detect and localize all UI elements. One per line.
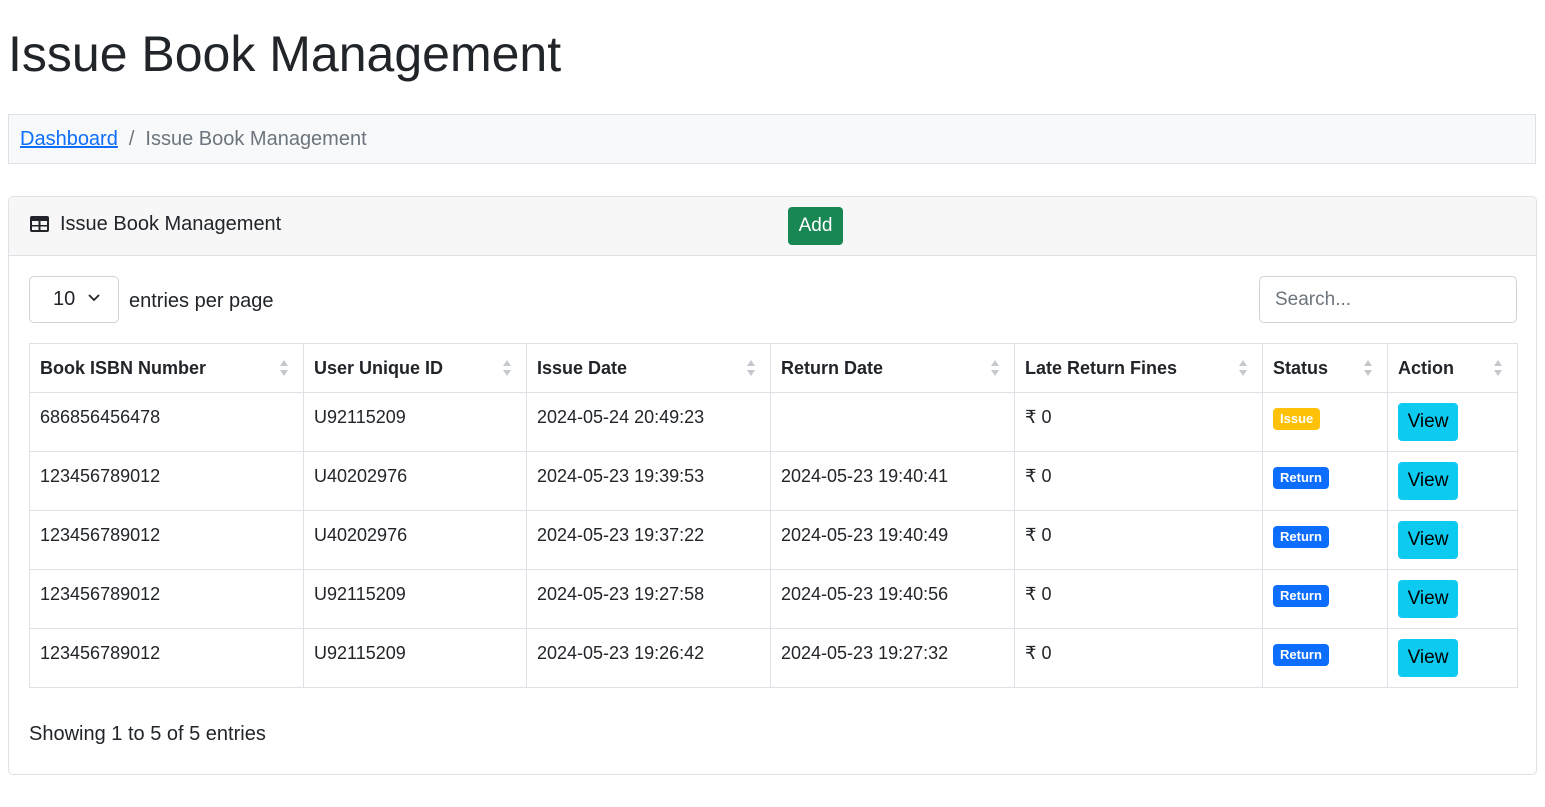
page-title: Issue Book Management — [8, 26, 562, 82]
cell-isbn: 123456789012 — [29, 510, 304, 570]
cell-user-id: U92115209 — [303, 392, 527, 452]
sort-icon — [991, 360, 999, 376]
chevron-down-icon — [88, 294, 100, 302]
column-header-label: Action — [1398, 357, 1454, 378]
cell-return-date: 2024-05-23 19:40:49 — [770, 510, 1015, 570]
status-badge: Return — [1273, 526, 1329, 548]
cell-return-date: 2024-05-23 19:40:56 — [770, 569, 1015, 629]
sort-icon — [1364, 360, 1372, 376]
status-badge: Return — [1273, 585, 1329, 607]
table-row: 123456789012 U40202976 2024-05-23 19:39:… — [29, 451, 1518, 511]
entries-per-page-value: 10 — [53, 288, 76, 310]
cell-late-fine: ₹ 0 — [1014, 510, 1263, 570]
column-header-label: Issue Date — [537, 357, 628, 378]
sort-icon — [1494, 360, 1502, 376]
cell-user-id: U40202976 — [303, 451, 527, 511]
view-button[interactable]: View — [1398, 580, 1458, 618]
issue-book-card: Issue Book Management Add 10 entries per… — [8, 196, 1537, 775]
cell-user-id: U92115209 — [303, 569, 527, 629]
table-row: 686856456478 U92115209 2024-05-24 20:49:… — [29, 392, 1518, 452]
cell-action: View — [1387, 628, 1518, 688]
entries-per-page-label: entries per page — [129, 290, 274, 312]
column-header-label: User Unique ID — [314, 357, 444, 378]
column-header-status[interactable]: Status — [1262, 343, 1388, 393]
cell-return-date — [770, 392, 1015, 452]
cell-late-fine: ₹ 0 — [1014, 392, 1263, 452]
page: Issue Book Management Dashboard / Issue … — [0, 0, 1545, 807]
cell-action: View — [1387, 569, 1518, 629]
column-header-user-id[interactable]: User Unique ID — [303, 343, 527, 393]
table-header-row: Book ISBN Number User Unique ID Issue Da… — [29, 343, 1518, 393]
cell-action: View — [1387, 392, 1518, 452]
card-title: Issue Book Management — [60, 213, 282, 235]
column-header-label: Return Date — [781, 357, 884, 378]
cell-status: Issue — [1262, 392, 1388, 452]
status-badge: Issue — [1273, 408, 1321, 430]
column-header-issue-date[interactable]: Issue Date — [526, 343, 771, 393]
add-button[interactable]: Add — [788, 207, 843, 245]
cell-issue-date: 2024-05-23 19:39:53 — [526, 451, 771, 511]
sort-icon — [280, 360, 288, 376]
cell-issue-date: 2024-05-23 19:27:58 — [526, 569, 771, 629]
cell-action: View — [1387, 510, 1518, 570]
cell-issue-date: 2024-05-23 19:26:42 — [526, 628, 771, 688]
cell-isbn: 686856456478 — [29, 392, 304, 452]
cell-isbn: 123456789012 — [29, 451, 304, 511]
column-header-label: Status — [1273, 357, 1329, 378]
column-header-late-fines[interactable]: Late Return Fines — [1014, 343, 1263, 393]
cell-status: Return — [1262, 451, 1388, 511]
search-input[interactable] — [1259, 276, 1517, 323]
sort-icon — [747, 360, 755, 376]
column-header-action[interactable]: Action — [1387, 343, 1518, 393]
column-header-label: Book ISBN Number — [40, 357, 207, 378]
cell-status: Return — [1262, 510, 1388, 570]
cell-isbn: 123456789012 — [29, 628, 304, 688]
column-header-return-date[interactable]: Return Date — [770, 343, 1015, 393]
cell-user-id: U40202976 — [303, 510, 527, 570]
status-badge: Return — [1273, 467, 1329, 489]
view-button[interactable]: View — [1398, 521, 1458, 559]
sort-icon — [503, 360, 511, 376]
breadcrumb-dashboard-link[interactable]: Dashboard — [20, 128, 118, 151]
cell-late-fine: ₹ 0 — [1014, 628, 1263, 688]
column-header-isbn[interactable]: Book ISBN Number — [29, 343, 304, 393]
status-badge: Return — [1273, 644, 1329, 666]
cell-issue-date: 2024-05-24 20:49:23 — [526, 392, 771, 452]
cell-return-date: 2024-05-23 19:27:32 — [770, 628, 1015, 688]
cell-user-id: U92115209 — [303, 628, 527, 688]
cell-action: View — [1387, 451, 1518, 511]
table-icon — [30, 216, 49, 232]
cell-isbn: 123456789012 — [29, 569, 304, 629]
issue-book-table: Book ISBN Number User Unique ID Issue Da… — [29, 343, 1518, 688]
cell-status: Return — [1262, 569, 1388, 629]
cell-status: Return — [1262, 628, 1388, 688]
table-row: 123456789012 U92115209 2024-05-23 19:26:… — [29, 628, 1518, 688]
cell-issue-date: 2024-05-23 19:37:22 — [526, 510, 771, 570]
view-button[interactable]: View — [1398, 462, 1458, 500]
card-header: Issue Book Management Add — [9, 197, 1536, 256]
column-header-label: Late Return Fines — [1025, 357, 1178, 378]
breadcrumb-separator: / — [128, 127, 135, 150]
table-info-text: Showing 1 to 5 of 5 entries — [29, 723, 266, 745]
breadcrumb-current: Issue Book Management — [145, 127, 367, 150]
table-row: 123456789012 U40202976 2024-05-23 19:37:… — [29, 510, 1518, 570]
cell-late-fine: ₹ 0 — [1014, 451, 1263, 511]
cell-return-date: 2024-05-23 19:40:41 — [770, 451, 1015, 511]
view-button[interactable]: View — [1398, 403, 1458, 441]
breadcrumb: Dashboard / Issue Book Management — [8, 114, 1536, 164]
sort-icon — [1239, 360, 1247, 376]
cell-late-fine: ₹ 0 — [1014, 569, 1263, 629]
entries-per-page-select[interactable]: 10 — [29, 276, 119, 323]
view-button[interactable]: View — [1398, 639, 1458, 677]
table-row: 123456789012 U92115209 2024-05-23 19:27:… — [29, 569, 1518, 629]
